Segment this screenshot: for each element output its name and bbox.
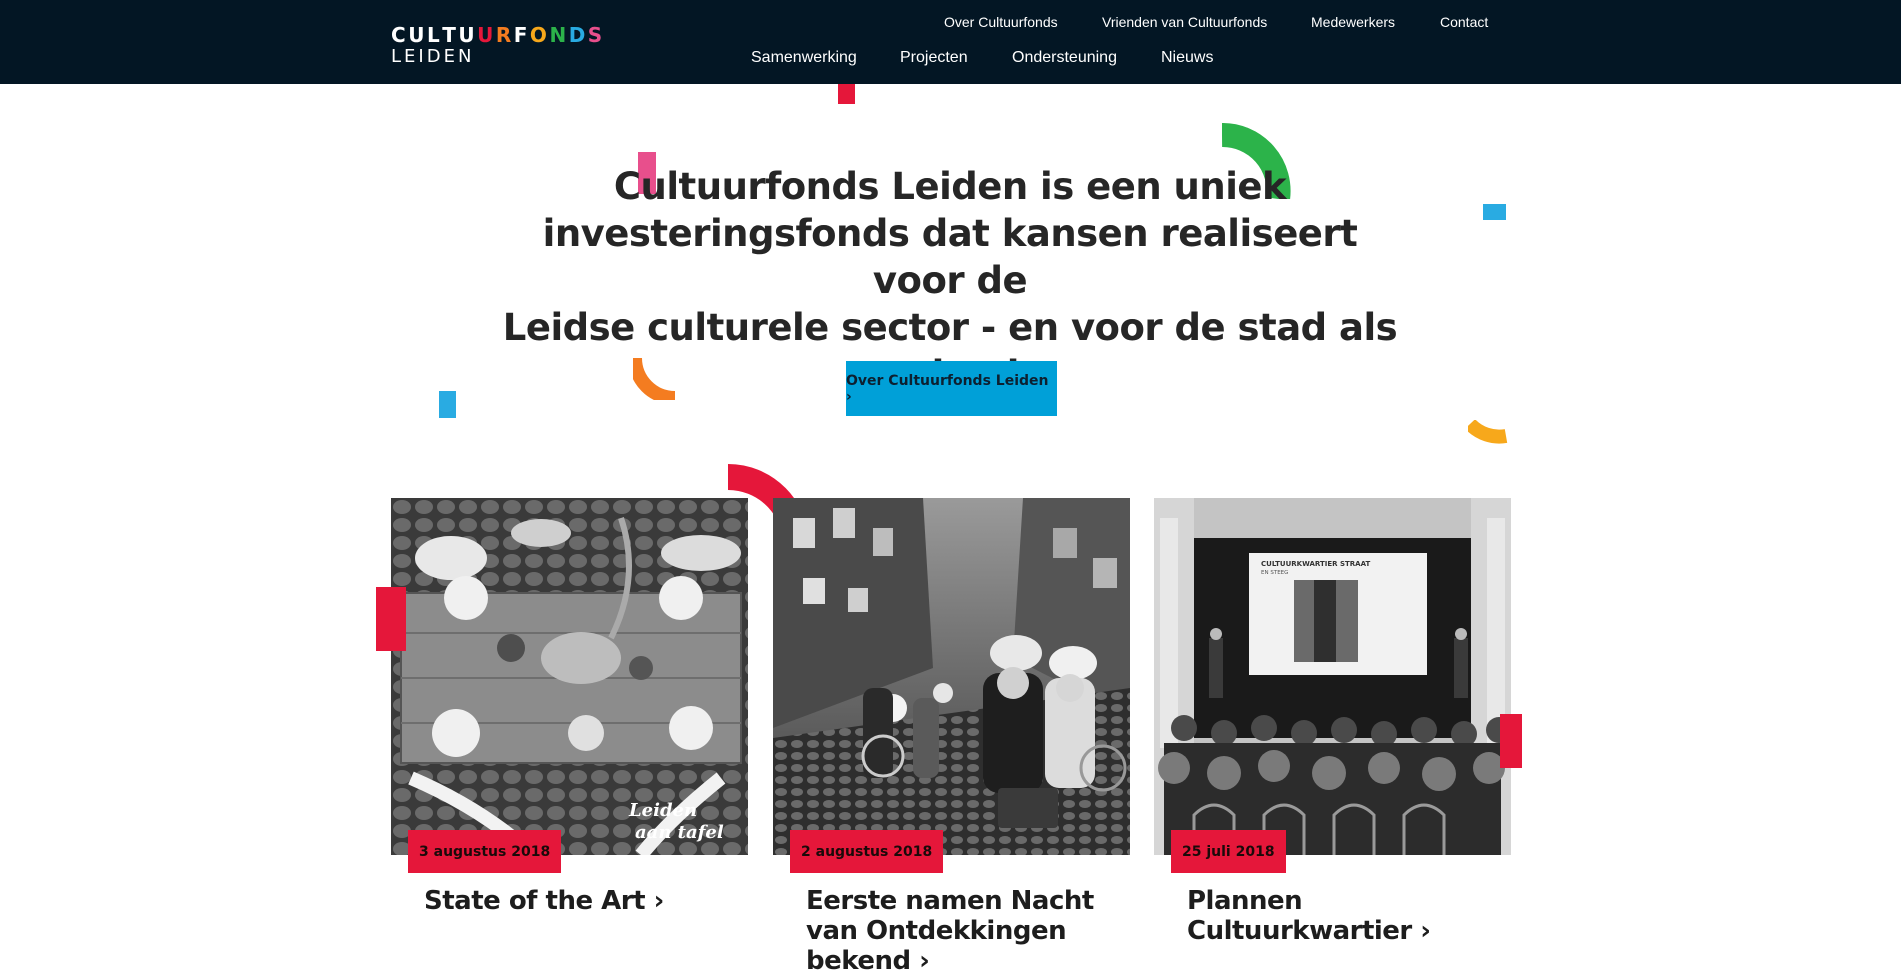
news-card-1-title[interactable]: State of the Art › <box>424 886 724 916</box>
decor-red-bar-top <box>838 84 855 104</box>
news-card-2-title[interactable]: Eerste namen Nacht van Ontdekkingen beke… <box>806 886 1106 976</box>
news-card-3-date-badge: 25 juli 2018 <box>1171 830 1286 873</box>
site-header: C U L T U U R F O N D S LEIDEN Over Cult… <box>0 0 1901 84</box>
leiden-aan-tafel-logo-line-1: Leiden <box>628 800 697 821</box>
nav-ondersteuning[interactable]: Ondersteuning <box>1012 49 1117 67</box>
site-logo[interactable]: C U L T U U R F O N D S LEIDEN <box>391 24 605 67</box>
news-card-2-date-badge: 2 augustus 2018 <box>790 830 944 873</box>
logo-letter: R <box>495 23 514 47</box>
presentation-screen-text-line-1: CULTUURKWARTIER STRAAT <box>1261 560 1370 568</box>
logo-letter: U <box>458 23 478 47</box>
decor-red-bar-left <box>376 587 406 651</box>
news-card-1-date-badge: 3 augustus 2018 <box>408 830 562 873</box>
nav-nieuws[interactable]: Nieuws <box>1161 49 1213 67</box>
logo-letter: D <box>568 23 588 47</box>
news-card-3-title-line: Cultuurkwartier › <box>1187 916 1431 946</box>
logo-letter: C <box>391 23 409 47</box>
nav-over-cultuurfonds[interactable]: Over Cultuurfonds <box>944 14 1058 30</box>
news-card-1-title-line: State of the Art › <box>424 886 664 916</box>
hero-title-line: investeringsfonds dat kansen realiseert … <box>542 212 1358 302</box>
over-cultuurfonds-cta-button[interactable]: Over Cultuurfonds Leiden › <box>846 361 1057 416</box>
logo-word-top: C U L T U U R F O N D S <box>391 24 605 46</box>
logo-word-bottom: LEIDEN <box>391 46 475 67</box>
logo-letter: S <box>587 23 605 47</box>
news-card-3-title[interactable]: Plannen Cultuurkwartier › <box>1187 886 1487 946</box>
decor-blue-square-right <box>1483 204 1506 220</box>
nav-contact[interactable]: Contact <box>1440 14 1488 30</box>
logo-letter: U <box>408 23 427 47</box>
decor-red-bar-right <box>1500 714 1522 768</box>
logo-letter: F <box>513 23 530 47</box>
news-card-3-title-line: Plannen <box>1187 886 1303 916</box>
leiden-aan-tafel-logo-line-2: aan tafel <box>635 822 724 843</box>
nav-medewerkers[interactable]: Medewerkers <box>1311 14 1395 30</box>
logo-letter: T <box>442 23 459 47</box>
hero-title-line: Leidse culturele sector - en voor de sta… <box>502 306 1398 349</box>
news-card-2-image[interactable] <box>773 498 1130 855</box>
presentation-screen-text-line-2: EN STEEG <box>1261 570 1288 576</box>
hero-title-line: Cultuurfonds Leiden is een uniek <box>613 165 1287 208</box>
logo-letter: N <box>549 23 569 47</box>
nav-vrienden-van-cultuurfonds[interactable]: Vrienden van Cultuurfonds <box>1102 14 1267 30</box>
decor-yellow-arc <box>1468 420 1508 444</box>
news-card-1-image[interactable]: Leiden aan tafel <box>391 498 748 855</box>
news-card-3-image[interactable]: CULTUURKWARTIER STRAAT EN STEEG <box>1154 498 1511 855</box>
logo-letter: L <box>426 23 443 47</box>
news-card-2-title-line: bekend › <box>806 946 930 976</box>
logo-letter: U <box>477 23 496 47</box>
decor-blue-square-left <box>439 391 456 418</box>
nav-projecten[interactable]: Projecten <box>900 49 968 67</box>
nav-samenwerking[interactable]: Samenwerking <box>751 49 857 67</box>
logo-letter: O <box>529 23 550 47</box>
news-card-2-title-line: Eerste namen Nacht <box>806 886 1094 916</box>
news-card-2-title-line: van Ontdekkingen <box>806 916 1067 946</box>
